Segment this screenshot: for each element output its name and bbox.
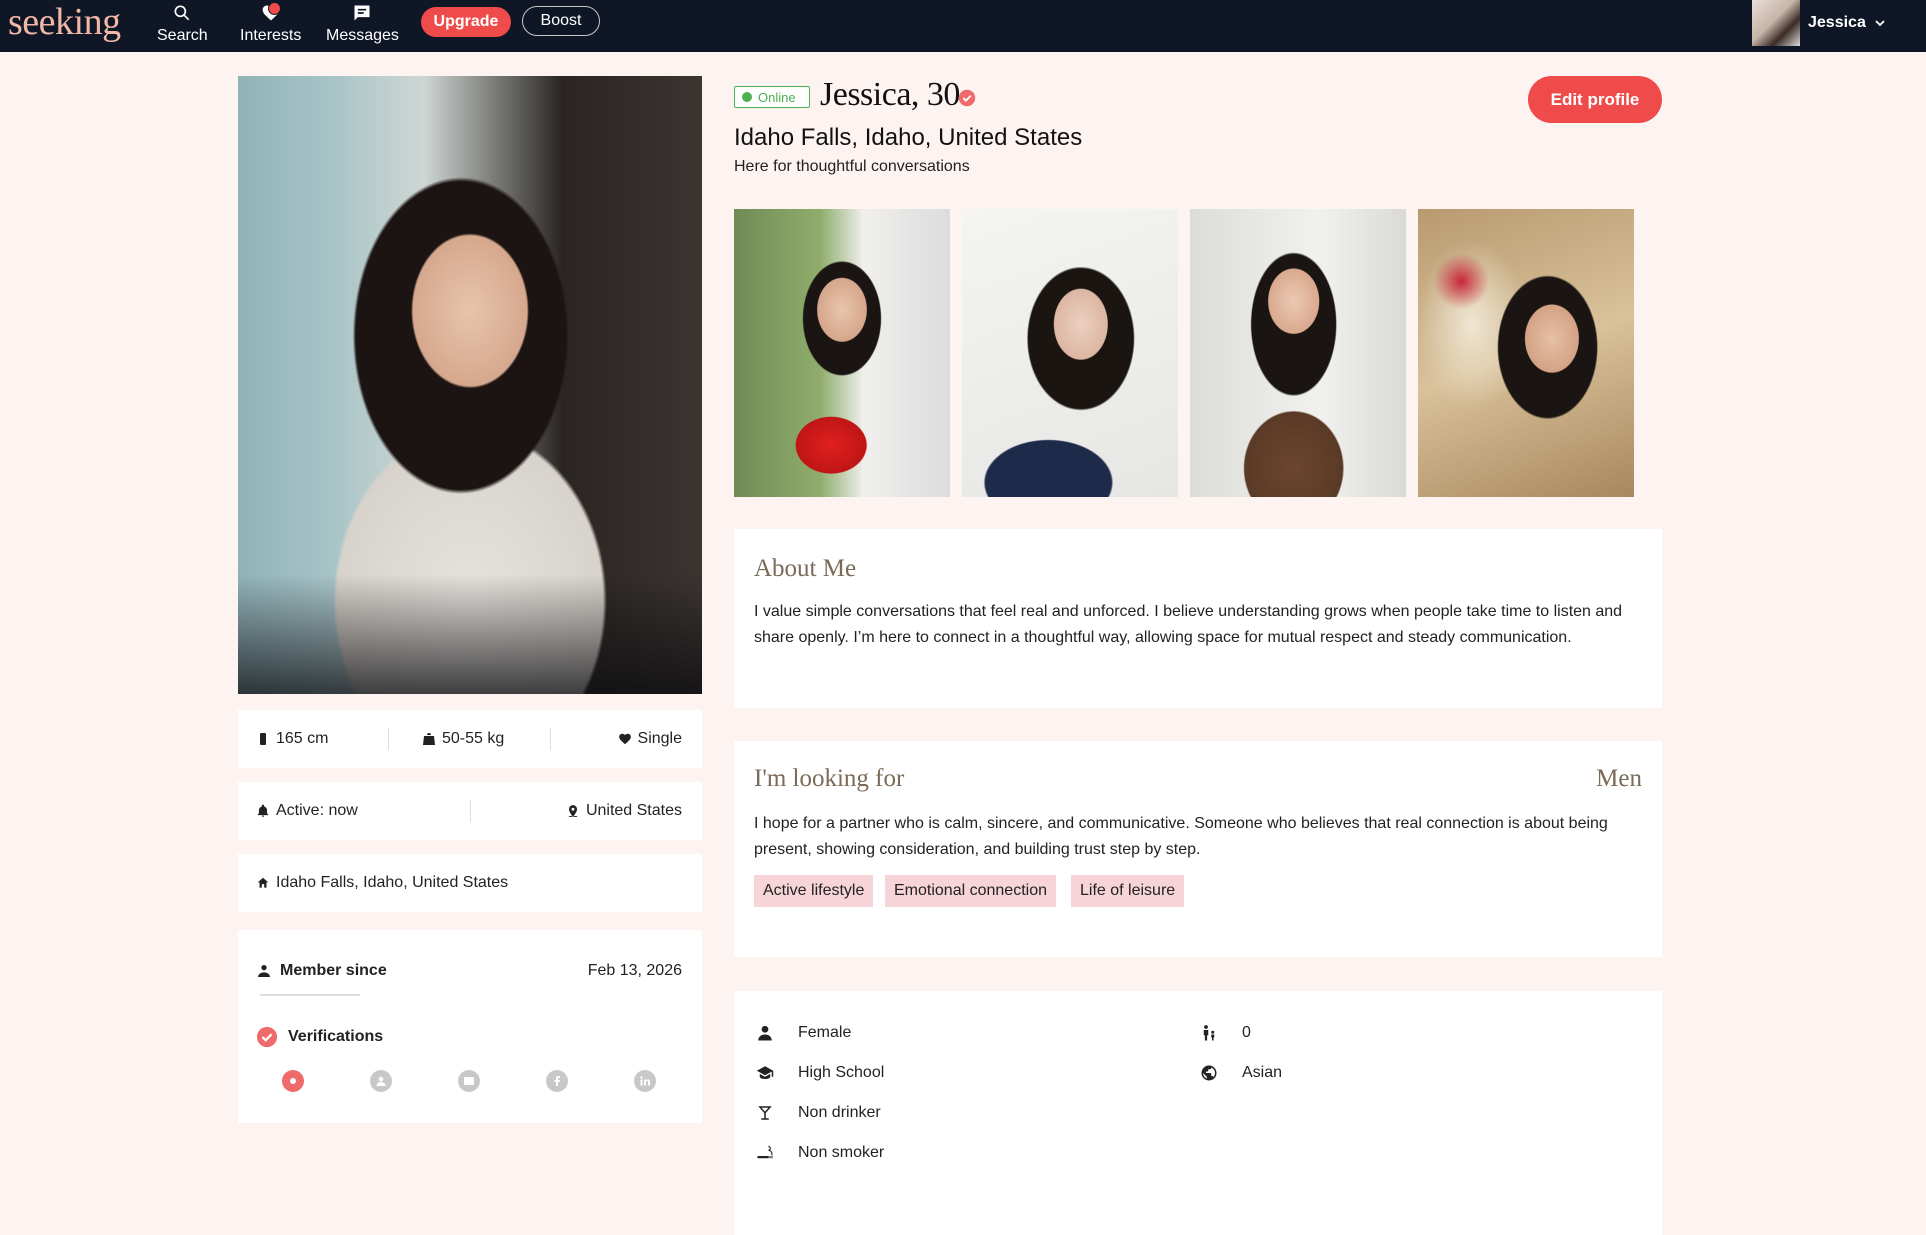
active-value: Active: now [276, 802, 358, 819]
tag-chip[interactable]: Life of leisure [1071, 875, 1185, 907]
gender-detail: Female [756, 1024, 851, 1042]
activity-card: Active: now United States [238, 782, 702, 840]
photo-verified-icon[interactable] [282, 1070, 304, 1092]
chevron-down-icon [1875, 20, 1885, 27]
message-icon [354, 5, 370, 21]
about-me-heading: About Me [754, 555, 857, 582]
search-icon [174, 5, 190, 21]
main-profile-photo[interactable] [238, 76, 702, 694]
weight-icon [423, 733, 435, 745]
education-detail: High School [756, 1064, 884, 1082]
relationship-value: Single [637, 730, 682, 747]
children-detail: 0 [1200, 1024, 1251, 1042]
ethnicity-detail: Asian [1200, 1064, 1282, 1082]
looking-for-card: I'm looking for Men I hope for a partner… [734, 741, 1662, 957]
nav-interests[interactable]: Interests [240, 2, 302, 49]
boost-button[interactable]: Boost [522, 6, 600, 36]
height-value: 165 cm [276, 730, 329, 747]
logo[interactable]: seeking [8, 2, 121, 42]
smoking-icon [757, 1145, 773, 1159]
home-icon [257, 877, 269, 888]
drinking-detail: Non drinker [756, 1104, 881, 1122]
tag-chip[interactable]: Active lifestyle [754, 875, 874, 907]
cocktail-glass-icon [758, 1106, 772, 1120]
verified-badge-icon [958, 89, 976, 107]
height-stat: 165 cm [256, 730, 328, 748]
divider [550, 728, 551, 750]
active-stat: Active: now [256, 802, 358, 820]
graduation-cap-icon [756, 1066, 774, 1079]
verified-check-icon [256, 1026, 278, 1048]
bell-icon [257, 804, 269, 817]
tag-chip[interactable]: Emotional connection [885, 875, 1056, 907]
profile-tagline: Here for thoughtful conversations [734, 158, 970, 175]
photo-thumbnail[interactable] [962, 209, 1178, 497]
looking-for-heading: I'm looking for [754, 765, 905, 792]
location-pin-icon [568, 805, 578, 817]
underline [260, 994, 360, 996]
members-icon [258, 965, 270, 977]
hometown-value: Idaho Falls, Idaho, United States [276, 874, 509, 891]
looking-for-text: I hope for a partner who is calm, sincer… [754, 815, 1608, 858]
height-icon [260, 733, 266, 745]
weight-value: 50-55 kg [442, 730, 505, 747]
edit-profile-button[interactable]: Edit profile [1528, 76, 1662, 123]
verification-icons [282, 1070, 722, 1092]
profile-name: Jessica, 30 [820, 76, 960, 113]
nav-messages-label: Messages [326, 27, 399, 44]
divider [470, 800, 471, 822]
online-dot-icon [742, 92, 752, 102]
family-icon [1203, 1025, 1215, 1041]
profile-location: Idaho Falls, Idaho, United States [734, 124, 1083, 151]
linkedin-icon[interactable] [634, 1070, 656, 1092]
globe-icon [1201, 1065, 1217, 1081]
photo-thumbnail[interactable] [734, 209, 950, 497]
relationship-stat: Single [618, 730, 682, 748]
about-me-card: About Me I value simple conversations th… [734, 529, 1662, 708]
weight-stat: 50-55 kg [422, 730, 504, 748]
upgrade-button[interactable]: Upgrade [421, 7, 511, 37]
person-icon [758, 1025, 772, 1041]
nav-search-label: Search [157, 27, 208, 44]
nav-messages[interactable]: Messages [326, 3, 399, 49]
hometown-card: Idaho Falls, Idaho, United States [238, 854, 702, 912]
smoking-detail: Non smoker [756, 1144, 884, 1162]
details-card: Female High School Non drinker Non smoke… [734, 991, 1662, 1235]
nav-interests-label: Interests [240, 27, 302, 44]
hometown-stat: Idaho Falls, Idaho, United States [256, 874, 508, 892]
avatar [1752, 0, 1800, 46]
country-value: United States [585, 802, 682, 819]
user-menu[interactable]: Jessica [1752, 0, 1886, 46]
verifications-label: Verifications [256, 1026, 383, 1048]
user-name: Jessica [1808, 14, 1866, 31]
online-status-badge: Online [734, 86, 810, 108]
id-card-icon[interactable] [458, 1070, 480, 1092]
photo-thumbnail[interactable] [1418, 209, 1634, 497]
facebook-icon[interactable] [546, 1070, 568, 1092]
profile-verification-icon[interactable] [370, 1070, 392, 1092]
member-since-label: Member since [256, 962, 387, 980]
looking-for-target: Men [1596, 765, 1642, 792]
nav-search[interactable]: Search [157, 3, 208, 49]
divider [388, 728, 389, 750]
body-stats-card: 165 cm 50-55 kg Single [238, 710, 702, 768]
about-me-text: I value simple conversations that feel r… [754, 603, 1623, 646]
membership-card: Member since Feb 13, 2026 Verifications [238, 930, 702, 1123]
top-nav: seeking Search Interests Messages Upgrad… [0, 0, 1926, 52]
heart-icon [618, 733, 631, 745]
member-since-date: Feb 13, 2026 [587, 962, 682, 979]
country-stat: United States [566, 802, 682, 820]
photo-thumbnail[interactable] [1190, 209, 1406, 497]
